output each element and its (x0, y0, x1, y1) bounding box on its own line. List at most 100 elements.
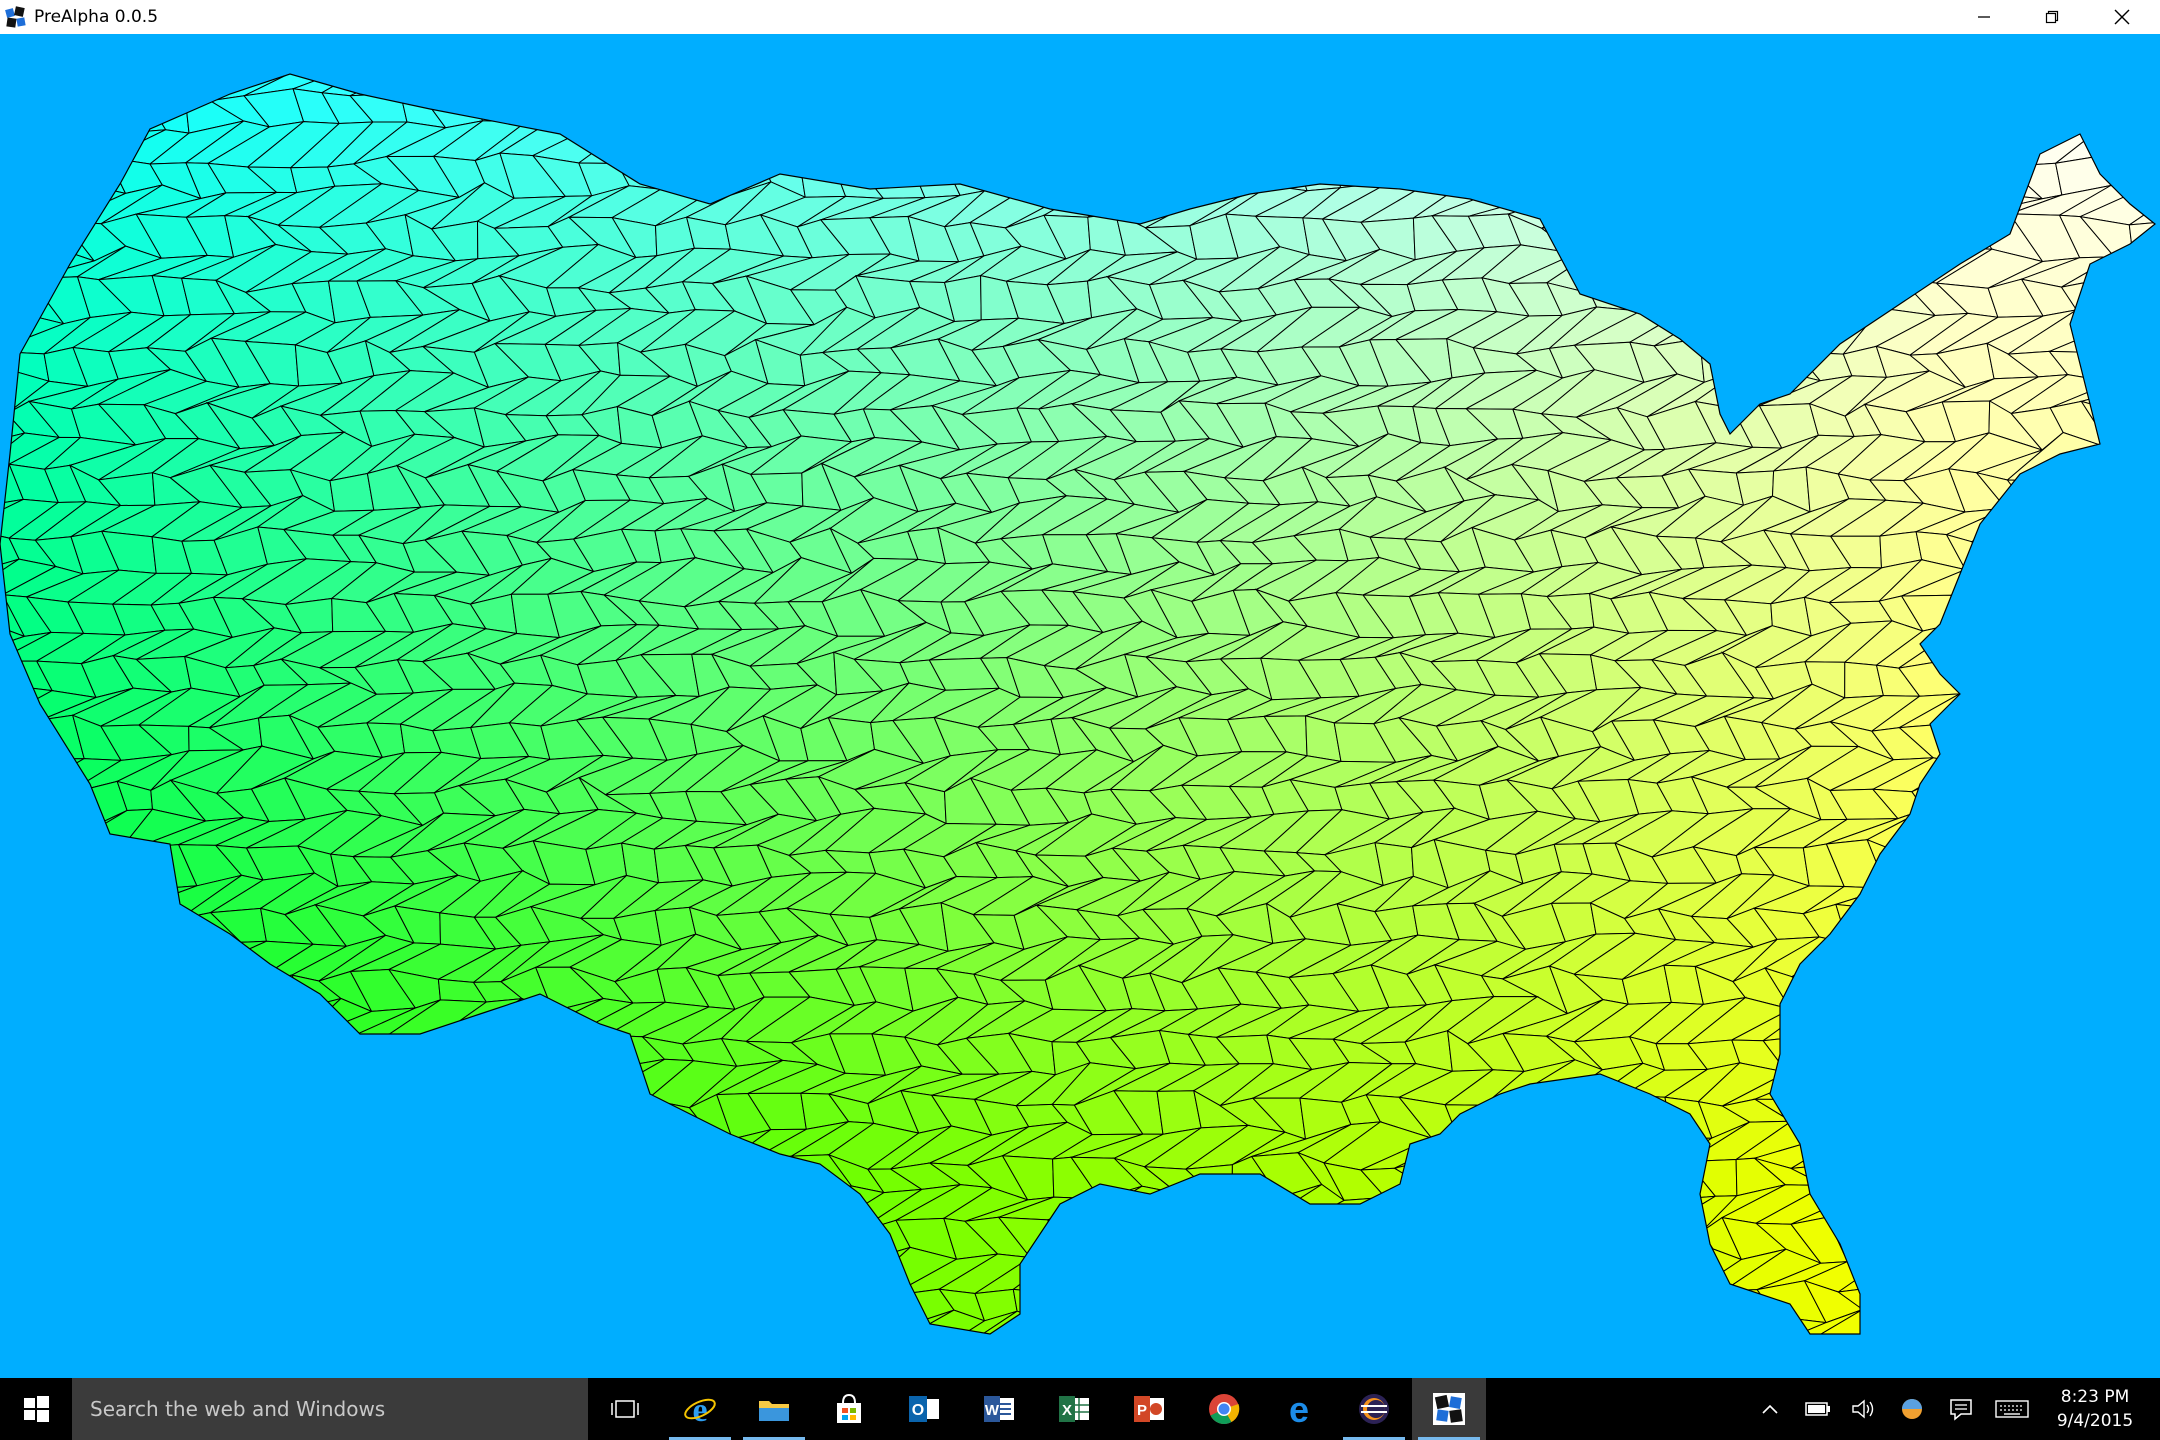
map-cell[interactable] (1044, 34, 1099, 66)
map-cell[interactable] (1339, 1284, 1397, 1320)
map-cell[interactable] (795, 1286, 843, 1320)
map-cell[interactable] (1656, 181, 1738, 229)
map-cell[interactable] (1547, 1190, 1632, 1226)
map-cell[interactable] (40, 1284, 98, 1328)
map-cell[interactable] (2084, 66, 2160, 105)
map-cell[interactable] (1157, 1222, 1203, 1266)
map-cell[interactable] (256, 1091, 300, 1128)
map-cell[interactable] (651, 152, 711, 194)
map-cell[interactable] (1551, 1246, 1634, 1287)
map-cell[interactable] (2080, 594, 2147, 636)
map-cell[interactable] (538, 1350, 591, 1378)
map-cell[interactable] (0, 1252, 23, 1285)
map-cell[interactable] (320, 1257, 414, 1295)
map-cell[interactable] (0, 881, 59, 917)
map-cell[interactable] (2094, 748, 2160, 794)
map-cell[interactable] (466, 1158, 525, 1201)
map-cell[interactable] (497, 1031, 565, 1067)
map-cell[interactable] (1868, 1280, 1918, 1321)
map-cell[interactable] (749, 1184, 854, 1232)
map-cell[interactable] (248, 1309, 349, 1355)
map-cell[interactable] (583, 1348, 631, 1378)
map-cell[interactable] (828, 1311, 917, 1355)
map-cell[interactable] (2081, 1059, 2160, 1093)
map-cell[interactable] (2154, 370, 2160, 413)
map-cell[interactable] (1541, 120, 1645, 161)
map-cell[interactable] (3, 69, 92, 96)
map-cell[interactable] (184, 1027, 242, 1074)
map-cell[interactable] (460, 1219, 518, 1257)
map-cell[interactable] (280, 1281, 349, 1320)
map-cell[interactable] (1158, 1189, 1233, 1226)
map-cell[interactable] (4, 91, 56, 135)
map-cell[interactable] (1912, 1222, 1959, 1261)
map-cell[interactable] (2151, 156, 2160, 193)
map-cell[interactable] (580, 88, 628, 131)
map-cell[interactable] (283, 34, 351, 69)
map-cell[interactable] (2085, 351, 2135, 388)
map-cell[interactable] (1906, 34, 1954, 73)
map-cell[interactable] (0, 344, 14, 378)
map-cell[interactable] (399, 63, 493, 98)
map-cell[interactable] (1088, 34, 1169, 38)
map-cell[interactable] (2015, 1199, 2105, 1227)
map-cell[interactable] (756, 38, 805, 63)
map-cell[interactable] (1863, 1350, 1925, 1378)
map-cell[interactable] (27, 1217, 91, 1258)
map-cell[interactable] (1047, 1219, 1102, 1258)
map-cell[interactable] (1541, 188, 1648, 229)
map-cell[interactable] (1444, 1196, 1524, 1230)
map-cell[interactable] (683, 34, 737, 72)
map-cell[interactable] (467, 34, 552, 41)
map-cell[interactable] (2013, 1258, 2110, 1295)
map-cell[interactable] (108, 34, 202, 39)
map-cell[interactable] (2048, 91, 2105, 137)
map-cell[interactable] (1513, 89, 1567, 134)
map-cell[interactable] (2012, 1035, 2063, 1075)
map-cell[interactable] (1753, 246, 1864, 289)
map-cell[interactable] (1765, 181, 1849, 222)
map-cell[interactable] (1979, 557, 2063, 602)
map-cell[interactable] (74, 1000, 163, 1036)
map-cell[interactable] (2126, 495, 2160, 540)
map-cell[interactable] (1583, 221, 1635, 253)
map-cell[interactable] (683, 1280, 730, 1327)
map-cell[interactable] (0, 1009, 16, 1030)
map-cell[interactable] (2006, 878, 2099, 921)
map-cell[interactable] (654, 58, 738, 96)
map-cell[interactable] (321, 1281, 377, 1326)
map-cell[interactable] (1829, 1350, 1898, 1378)
map-cell[interactable] (1341, 34, 1395, 72)
map-cell[interactable] (1614, 1308, 1717, 1351)
map-cell[interactable] (1300, 87, 1357, 125)
map-cell[interactable] (1472, 34, 1531, 73)
map-cell[interactable] (1624, 281, 1682, 314)
map-cell[interactable] (1982, 92, 2037, 125)
map-cell[interactable] (0, 312, 22, 347)
map-cell[interactable] (187, 1311, 261, 1356)
map-cell[interactable] (138, 905, 194, 945)
map-cell[interactable] (637, 1225, 704, 1256)
map-cell[interactable] (1551, 1123, 1638, 1168)
minimize-button[interactable] (1950, 0, 2018, 34)
map-cell[interactable] (285, 1343, 340, 1378)
map-cell[interactable] (2118, 843, 2160, 889)
map-cell[interactable] (2131, 1091, 2160, 1134)
map-cell[interactable] (1952, 1279, 2007, 1326)
map-cell[interactable] (2043, 1059, 2135, 1096)
taskbar-excel[interactable]: X (1037, 1378, 1111, 1440)
map-cell[interactable] (140, 1161, 196, 1196)
map-cell[interactable] (1251, 62, 1350, 104)
map-cell[interactable] (1289, 1253, 1396, 1295)
map-cell[interactable] (2121, 1248, 2160, 1295)
map-cell[interactable] (722, 1162, 770, 1196)
map-cell[interactable] (2010, 634, 2107, 670)
map-cell[interactable] (256, 34, 335, 37)
map-cell[interactable] (1766, 61, 1848, 95)
map-cell[interactable] (1953, 942, 2036, 981)
map-cell[interactable] (110, 1127, 196, 1171)
map-cell[interactable] (1081, 1185, 1180, 1223)
map-cell[interactable] (538, 59, 630, 101)
map-cell[interactable] (855, 130, 950, 165)
map-cell[interactable] (63, 1194, 166, 1228)
